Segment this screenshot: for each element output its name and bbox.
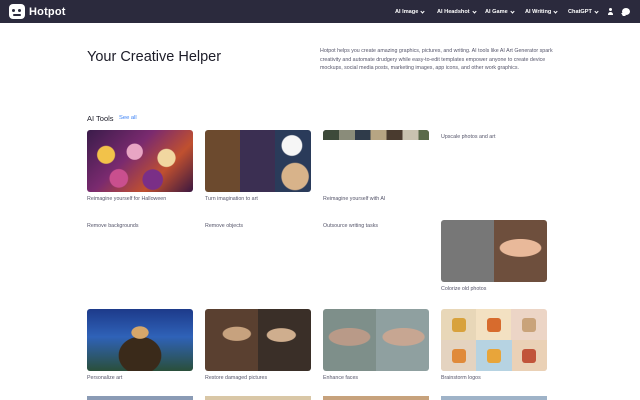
brand-logo[interactable]: Hotpot: [9, 4, 66, 19]
tool-card-label[interactable]: Turn imagination to art: [205, 196, 258, 202]
page-title: Your Creative Helper: [87, 49, 222, 65]
tool-card-image-colorize[interactable]: [441, 220, 547, 282]
tool-card-image-yourself[interactable]: [323, 130, 429, 192]
nav-item-ai-image[interactable]: AI Image: [395, 8, 425, 15]
tool-card-label[interactable]: Reimagine yourself for Halloween: [87, 196, 166, 202]
nav-item-label: AI Game: [485, 9, 508, 15]
tool-card-image-halloween[interactable]: [87, 130, 193, 192]
tool-card-label[interactable]: Reimagine yourself with AI: [323, 196, 385, 202]
tool-card-label[interactable]: Remove backgrounds: [87, 223, 139, 229]
chevron-down-icon: [594, 8, 599, 14]
logo-grid: [441, 309, 547, 371]
tool-card-label[interactable]: Brainstorm logos: [441, 375, 481, 381]
section-title-ai-tools: AI Tools: [87, 114, 114, 123]
tool-card-label[interactable]: Restore damaged pictures: [205, 375, 267, 381]
tool-card-image-enhance[interactable]: [323, 309, 429, 371]
robot-logo-icon: [486, 348, 501, 363]
nav-item-label: AI Headshot: [437, 9, 470, 15]
nav-item-ai-headshot[interactable]: AI Headshot: [437, 8, 477, 15]
tool-card-image-personalize[interactable]: [87, 309, 193, 371]
temple-logo-icon: [451, 317, 466, 332]
chevron-down-icon: [420, 8, 425, 14]
flower-logo-icon: [522, 317, 537, 332]
chat-icon[interactable]: [622, 8, 630, 15]
tool-card-image-partial[interactable]: [205, 396, 311, 400]
brand-name: Hotpot: [29, 5, 66, 18]
nav-item-label: AI Image: [395, 9, 419, 15]
tool-card-image-imagination[interactable]: [205, 130, 311, 192]
nav-item-ai-game[interactable]: AI Game: [485, 8, 515, 15]
chevron-down-icon: [510, 8, 515, 14]
chevron-down-icon: [472, 8, 477, 14]
tool-card-label[interactable]: Personalize art: [87, 375, 122, 381]
logo-cell: [441, 340, 477, 371]
tool-card-image-logos[interactable]: [441, 309, 547, 371]
nav-item-label: ChatGPT: [568, 9, 592, 15]
logo-cell: [511, 340, 547, 371]
tool-card-image-partial[interactable]: [441, 396, 547, 400]
building-logo-icon: [522, 348, 537, 363]
tool-card-label[interactable]: Upscale photos and art: [441, 134, 495, 140]
dog-logo-icon: [451, 348, 466, 363]
logo-cell: [476, 309, 511, 340]
see-all-link[interactable]: See all: [119, 115, 137, 121]
hotpot-logo-icon: [9, 4, 25, 19]
chevron-down-icon: [553, 8, 558, 14]
tool-card-image-partial[interactable]: [87, 396, 193, 400]
tool-card-label[interactable]: Colorize old photos: [441, 286, 486, 292]
tool-card-image-restore[interactable]: [205, 309, 311, 371]
nav-item-chatgpt[interactable]: ChatGPT: [568, 8, 599, 15]
nav-item-label: AI Writing: [525, 9, 552, 15]
nav-item-ai-writing[interactable]: AI Writing: [525, 8, 558, 15]
top-nav-bar: Hotpot AI Image AI Headshot AI Game AI W…: [0, 0, 640, 23]
logo-cell: [476, 340, 512, 371]
hero-description: Hotpot helps you create amazing graphics…: [320, 48, 553, 71]
tool-card-label[interactable]: Outsource writing tasks: [323, 223, 378, 229]
logo-cell: [512, 309, 547, 340]
tool-card-label[interactable]: Remove objects: [205, 223, 243, 229]
fox-logo-icon: [486, 317, 501, 332]
user-icon[interactable]: [607, 8, 614, 15]
logo-cell: [441, 309, 476, 340]
tool-card-image-partial[interactable]: [323, 396, 429, 400]
tool-card-label[interactable]: Enhance faces: [323, 375, 358, 381]
